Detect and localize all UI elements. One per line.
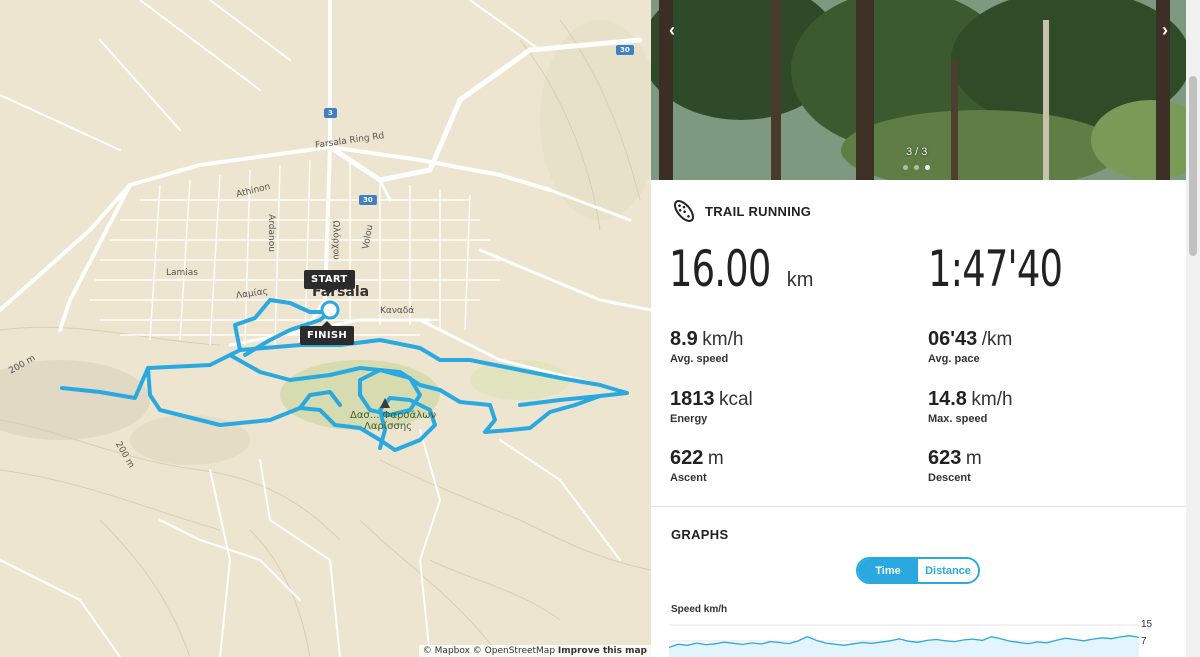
avg-speed-unit: km/h xyxy=(702,329,744,350)
avg-speed-value: 8.9 xyxy=(670,328,698,350)
carousel-dots xyxy=(903,165,930,170)
improve-map-link[interactable]: Improve this map xyxy=(558,646,647,656)
energy-value: 1813 xyxy=(670,388,715,410)
osm-credit-link[interactable]: © OpenStreetMap xyxy=(473,646,555,656)
road-label-olorchou: Ωλόρχου xyxy=(330,220,341,260)
ascent-unit: m xyxy=(707,448,724,469)
avg-pace-value: 06'43 xyxy=(928,328,978,350)
map-attribution: © Mapbox © OpenStreetMap Improve this ma… xyxy=(418,645,651,657)
max-speed-value: 14.8 xyxy=(928,388,967,410)
app: Farsala Ring Rd Athinon Ardanou Lamias Λ… xyxy=(0,0,1200,657)
avg-speed-label: Avg. speed xyxy=(670,353,729,365)
energy-stat: 1813 kcal Energy xyxy=(670,388,753,425)
speed-chart[interactable] xyxy=(669,618,1139,657)
mapbox-credit-link[interactable]: © Mapbox xyxy=(423,646,470,656)
max-speed-stat: 14.8 km/h Max. speed xyxy=(928,388,1013,425)
duration-stat: 1:47'40 xyxy=(928,240,1092,298)
panel-scrollbar[interactable] xyxy=(1186,0,1200,657)
distance-unit: km xyxy=(786,269,814,291)
descent-unit: m xyxy=(965,448,982,469)
carousel-next-button[interactable]: › xyxy=(1162,20,1168,41)
time-toggle-button[interactable]: Time xyxy=(858,559,918,582)
start-marker[interactable]: START xyxy=(304,270,355,294)
ascent-value: 622 xyxy=(670,447,704,469)
y-tick-7: 7 xyxy=(1141,636,1147,647)
activity-type: TRAIL RUNNING xyxy=(705,203,812,219)
avg-pace-label: Avg. pace xyxy=(928,353,980,365)
road-shield-3: 3 xyxy=(324,108,337,118)
distance-stat: 16.00 km xyxy=(669,240,813,298)
carousel-prev-button[interactable]: ‹ xyxy=(669,20,675,41)
descent-value: 623 xyxy=(928,447,962,469)
park-label: Δασ... Φαρσάλων xyxy=(350,410,437,421)
shoe-sole-icon xyxy=(674,200,694,222)
road-label-lamias: Lamias xyxy=(166,268,199,278)
distance-toggle-button[interactable]: Distance xyxy=(918,559,978,582)
descent-stat: 623 m Descent xyxy=(928,447,982,484)
road-label-kanada: Καναδά xyxy=(380,306,415,316)
road-shield-30-east: 30 xyxy=(616,45,634,55)
ascent-label: Ascent xyxy=(670,472,707,484)
photo-counter: 3 / 3 xyxy=(906,146,928,158)
carousel-dot[interactable] xyxy=(914,165,919,170)
activity-header: TRAIL RUNNING xyxy=(671,198,811,224)
scrollbar-thumb[interactable] xyxy=(1189,76,1197,256)
descent-label: Descent xyxy=(928,472,971,484)
carousel-dot-active[interactable] xyxy=(925,165,930,170)
graphs-heading: GRAPHS xyxy=(671,527,729,542)
photo-carousel[interactable]: ‹ › 3 / 3 xyxy=(651,0,1186,180)
finish-marker[interactable]: FINISH xyxy=(300,321,355,345)
carousel-dot[interactable] xyxy=(903,165,908,170)
avg-pace-unit: /km xyxy=(981,329,1013,350)
energy-label: Energy xyxy=(670,413,708,425)
road-shield-30: 30 xyxy=(359,195,377,205)
ascent-stat: 622 m Ascent xyxy=(670,447,724,484)
speed-graph-label: Speed km/h xyxy=(671,604,728,615)
y-tick-15: 15 xyxy=(1141,619,1153,630)
max-speed-unit: km/h xyxy=(971,389,1013,410)
avg-speed-stat: 8.9 km/h Avg. speed xyxy=(670,328,743,365)
duration-value: 1:47'40 xyxy=(928,240,1063,298)
section-divider xyxy=(651,506,1186,507)
avg-pace-stat: 06'43 /km Avg. pace xyxy=(928,328,1012,365)
max-speed-label: Max. speed xyxy=(928,413,988,425)
graph-axis-toggle[interactable]: Time Distance xyxy=(856,557,980,584)
road-label-ardanou: Ardanou xyxy=(265,214,276,252)
route-map[interactable]: Farsala Ring Rd Athinon Ardanou Lamias Λ… xyxy=(0,0,651,657)
start-finish-pin-icon xyxy=(320,300,340,320)
workout-panel: ‹ › 3 / 3 TRAIL RUNNING 16.00 km 1:47'40… xyxy=(651,0,1186,657)
distance-value: 16.00 xyxy=(669,240,771,298)
park-label-2: Λαρίσσης xyxy=(364,421,413,432)
energy-unit: kcal xyxy=(718,389,753,410)
speed-series xyxy=(669,635,1139,657)
